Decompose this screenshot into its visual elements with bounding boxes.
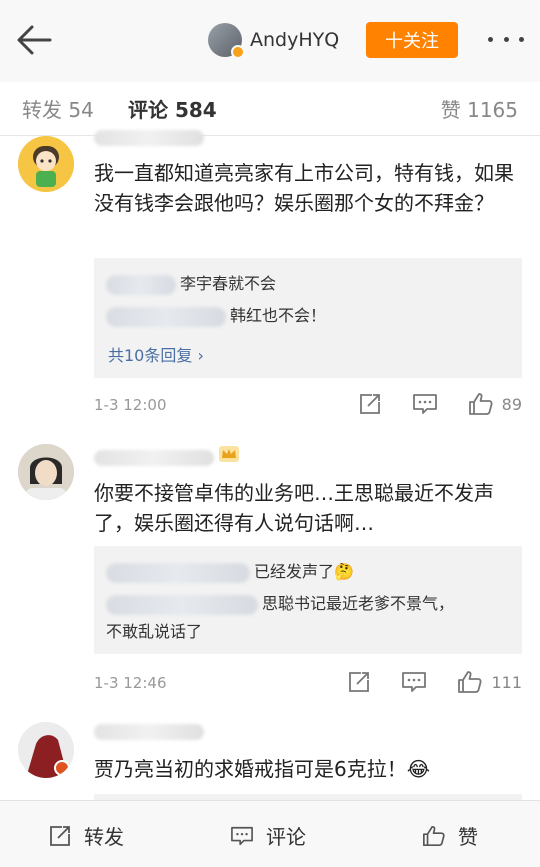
reply-box[interactable]: 已经发声了🤔 思聪书记最近老爹不景气， 不敢乱说话了 [94, 546, 522, 654]
reply-line: 思聪书记最近老爹不景气， [106, 592, 454, 616]
avatar[interactable] [208, 23, 245, 59]
author-name[interactable]: AndyHYQ [250, 29, 339, 51]
comment-icon[interactable] [412, 392, 438, 416]
reply-text: 思聪书记最近老爹不景气， [262, 594, 455, 613]
comment-item: 你要不接管卓伟的业务吧…王思聪最近不发声了，娱乐圈还得有人说句话啊… 已经发声了… [0, 426, 540, 706]
like-count: 89 [501, 394, 522, 414]
follow-button[interactable]: 十关注 [366, 22, 458, 58]
verified-badge-icon [231, 45, 245, 59]
more-dots-icon[interactable] [488, 36, 524, 44]
blurred-username [106, 594, 258, 615]
tab-comments[interactable]: 评论 584 [128, 94, 217, 123]
comment-actions: 111 [347, 670, 522, 694]
like-count: 111 [491, 672, 522, 692]
comment-item: 我一直都知道亮亮家有上市公司，特有钱，如果没有钱李会跟他吗？娱乐圈那个女的不拜金… [0, 130, 540, 426]
comment-label: 评论 [266, 825, 306, 849]
reply-text: 李宇春就不会 [180, 274, 277, 293]
repost-label: 转发 [84, 825, 124, 849]
share-icon[interactable] [358, 392, 382, 416]
author-info[interactable]: AndyHYQ [208, 21, 339, 59]
like-label: 赞 [458, 825, 478, 849]
comment-time: 1-3 12:00 [94, 396, 167, 414]
comment-icon[interactable] [401, 670, 427, 694]
reply-line: 韩红也不会！ [106, 304, 326, 328]
tab-likes[interactable]: 赞 1165 [441, 94, 518, 123]
top-bar: AndyHYQ 十关注 [0, 0, 540, 82]
reply-box[interactable]: 李宇春就不会 韩红也不会！ 共10条回复 › [94, 258, 522, 378]
comment-text: 我一直都知道亮亮家有上市公司，特有钱，如果没有钱李会跟他吗？娱乐圈那个女的不拜金… [94, 161, 514, 215]
tab-bar: 转发 54 评论 584 赞 1165 [0, 82, 540, 136]
reply-line: 已经发声了🤔 [106, 560, 354, 584]
comment-actions: 89 [358, 392, 522, 416]
like-button[interactable]: 89 [468, 392, 522, 416]
bottom-action-bar: 转发 评论 赞 [0, 800, 540, 867]
avatar[interactable] [18, 722, 74, 778]
comment-time: 1-3 12:46 [94, 674, 167, 692]
repost-button[interactable]: 转发 [48, 821, 124, 850]
back-arrow-icon[interactable] [14, 22, 54, 58]
thumbs-up-icon [423, 825, 445, 846]
reply-line: 不敢乱说话了 [106, 620, 202, 644]
avatar[interactable] [18, 444, 74, 500]
more-replies-link[interactable]: 共10条回复 › [108, 342, 204, 366]
blurred-username [94, 724, 204, 740]
reply-line: 李宇春就不会 [106, 272, 276, 296]
blurred-username [106, 562, 250, 583]
reply-text: 不敢乱说话了 [106, 622, 203, 641]
blurred-username [94, 450, 214, 466]
comment-text: 你要不接管卓伟的业务吧…王思聪最近不发声了，娱乐圈还得有人说句话啊… [94, 481, 494, 535]
reply-text: 已经发声了🤔 [254, 562, 354, 581]
avatar[interactable] [18, 136, 74, 192]
comment-button[interactable]: 评论 [230, 821, 306, 850]
comment-icon [231, 826, 253, 845]
share-icon[interactable] [347, 670, 371, 694]
blurred-username [106, 274, 176, 295]
like-button[interactable]: 111 [457, 670, 522, 694]
blurred-username [106, 306, 226, 327]
tab-repost[interactable]: 转发 54 [22, 94, 94, 123]
like-button[interactable]: 赞 [422, 821, 478, 850]
reply-text: 韩红也不会！ [230, 306, 327, 325]
comment-text: 贾乃亮当初的求婚戒指可是6克拉！😂 [94, 757, 431, 781]
blurred-username [94, 130, 204, 146]
repost-icon [50, 825, 70, 846]
crown-icon [218, 444, 240, 464]
comment-item: 贾乃亮当初的求婚戒指可是6克拉！😂 [0, 706, 540, 800]
